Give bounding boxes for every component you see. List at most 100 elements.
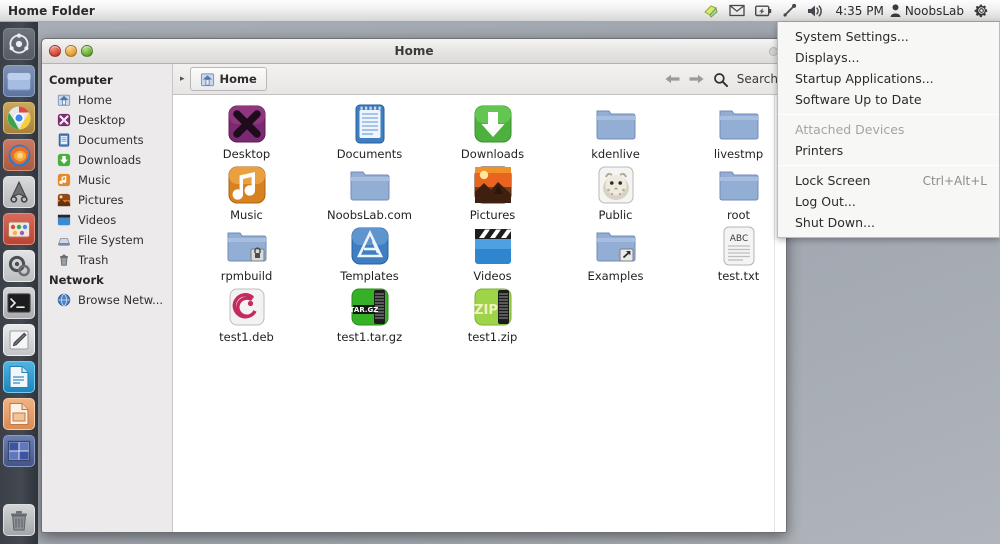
launcher-files-icon[interactable] [3, 65, 35, 97]
menu-item-label: System Settings... [795, 29, 909, 44]
unity-launcher [0, 22, 38, 544]
file-item[interactable]: Public [554, 164, 677, 225]
file-item[interactable]: ABC test.txt [677, 225, 786, 286]
mail-envelope-icon[interactable] [724, 0, 750, 22]
svg-text:TAR.GZ: TAR.GZ [349, 306, 378, 314]
window-minimize-button[interactable] [65, 45, 77, 57]
launcher-system-settings-icon[interactable] [3, 250, 35, 282]
launcher-dash-icon[interactable] [3, 28, 35, 60]
menu-item-log-out[interactable]: Log Out... [778, 191, 999, 212]
sidebar-item-pictures[interactable]: Pictures [42, 190, 172, 210]
window-close-button[interactable] [49, 45, 61, 57]
panel-user-name: NoobsLab [904, 3, 964, 18]
sync-notify-icon[interactable] [698, 0, 724, 22]
pathbar-toolbar: ▸ Home Search [173, 64, 786, 95]
pictures-icon [56, 192, 72, 208]
network-icon [56, 292, 72, 308]
launcher-trash-icon[interactable] [3, 504, 35, 536]
launcher-workspace-icon[interactable] [3, 435, 35, 467]
drive-icon [56, 232, 72, 248]
panel-user-menu[interactable]: NoobsLab [890, 4, 971, 18]
menu-item-displays[interactable]: Displays... [778, 47, 999, 68]
menu-item-shut-down[interactable]: Shut Down... [778, 212, 999, 233]
breadcrumb-home[interactable]: Home [189, 67, 267, 91]
gear-icon[interactable] [971, 0, 996, 22]
session-indicator-menu: System Settings... Displays... Startup App… [777, 22, 1000, 238]
volume-icon[interactable] [802, 0, 829, 22]
window-titlebar[interactable]: Home [42, 39, 786, 64]
file-item[interactable]: Downloads [431, 103, 554, 164]
file-item-label: test1.zip [467, 330, 518, 344]
file-item[interactable]: TAR.GZ test1.tar.gz [308, 286, 431, 347]
window-maximize-button[interactable] [81, 45, 93, 57]
trash-icon [56, 252, 72, 268]
file-item[interactable]: kdenlive [554, 103, 677, 164]
file-item-label: kdenlive [591, 147, 640, 161]
window-controls [42, 45, 93, 57]
file-item-label: Music [230, 208, 263, 222]
downloads-folder-icon [472, 103, 514, 145]
file-item[interactable]: Templates [308, 225, 431, 286]
sidebar-item-home[interactable]: Home [42, 90, 172, 110]
xfce-desktop-icon [226, 103, 268, 145]
icon-view[interactable]: Desktop Documents Downloads kdenlive livestm… [173, 95, 786, 532]
file-item[interactable]: ZIP test1.zip [431, 286, 554, 347]
launcher-inkscape-icon[interactable] [3, 176, 35, 208]
templates-folder-icon [349, 225, 391, 267]
sidebar-item-desktop[interactable]: Desktop [42, 110, 172, 130]
menu-item-startup-applications[interactable]: Startup Applications... [778, 68, 999, 89]
file-manager-main: ▸ Home Search Desktop Documents Download… [173, 64, 786, 532]
file-item[interactable]: Desktop [185, 103, 308, 164]
launcher-terminal-icon[interactable] [3, 287, 35, 319]
sidebar-item-music[interactable]: Music [42, 170, 172, 190]
search-label[interactable]: Search [737, 72, 778, 86]
sidebar-item-file-system[interactable]: File System [42, 230, 172, 250]
breadcrumb-home-label: Home [219, 72, 257, 86]
file-item[interactable]: Documents [308, 103, 431, 164]
menu-item-label: Software Up to Date [795, 92, 922, 107]
sidebar-group-network: Network [49, 273, 104, 287]
file-item[interactable]: test1.deb [185, 286, 308, 347]
menu-item-label: Displays... [795, 50, 860, 65]
panel-clock[interactable]: 4:35 PM [829, 4, 889, 18]
menu-item-label: Lock Screen [795, 173, 871, 188]
menu-item-lock-screen[interactable]: Lock Screen Ctrl+Alt+L [778, 170, 999, 191]
home-icon [56, 92, 72, 108]
menu-item-system-settings[interactable]: System Settings... [778, 26, 999, 47]
sidebar-item-videos[interactable]: Videos [42, 210, 172, 230]
launcher-chrome-icon[interactable] [3, 102, 35, 134]
pictures-folder-icon [472, 164, 514, 206]
file-item[interactable]: Videos [431, 225, 554, 286]
bluetooth-icon[interactable] [777, 0, 802, 22]
sidebar-item-documents[interactable]: Documents [42, 130, 172, 150]
launcher-ubuntu-software-icon[interactable] [3, 213, 35, 245]
battery-icon[interactable] [750, 0, 777, 22]
arrow-right-icon[interactable] [689, 73, 704, 85]
window-title: Home [394, 44, 434, 58]
search-icon[interactable] [713, 72, 728, 87]
sidebar-item-label: Home [78, 93, 112, 107]
file-manager-body: Computer Home Desktop Documents Downloads Mus… [42, 64, 786, 532]
launcher-text-editor-icon[interactable] [3, 324, 35, 356]
launcher-writer-icon[interactable] [3, 361, 35, 393]
file-item[interactable]: Examples [554, 225, 677, 286]
arrow-left-icon[interactable] [665, 73, 680, 85]
menu-item-software-up-to-date[interactable]: Software Up to Date [778, 89, 999, 110]
file-item[interactable]: livestmp [677, 103, 786, 164]
sidebar-item-downloads[interactable]: Downloads [42, 150, 172, 170]
pathbar-overflow-icon[interactable]: ▸ [177, 74, 190, 84]
file-item[interactable]: Music [185, 164, 308, 225]
file-item[interactable]: NoobsLab.com [308, 164, 431, 225]
file-item[interactable]: rpmbuild [185, 225, 308, 286]
launcher-firefox-icon[interactable] [3, 139, 35, 171]
file-item[interactable]: root [677, 164, 786, 225]
file-item[interactable]: Pictures [431, 164, 554, 225]
menu-item-printers[interactable]: Printers [778, 140, 999, 161]
file-item-label: root [726, 208, 751, 222]
panel-window-title[interactable]: Home Folder [8, 4, 95, 18]
file-item-label: NoobsLab.com [327, 208, 412, 222]
launcher-impress-icon[interactable] [3, 398, 35, 430]
sidebar-item-trash[interactable]: Trash [42, 250, 172, 270]
sidebar-item-browse-netw[interactable]: Browse Netw... [42, 290, 172, 310]
toolbar-actions: Search [665, 72, 780, 87]
